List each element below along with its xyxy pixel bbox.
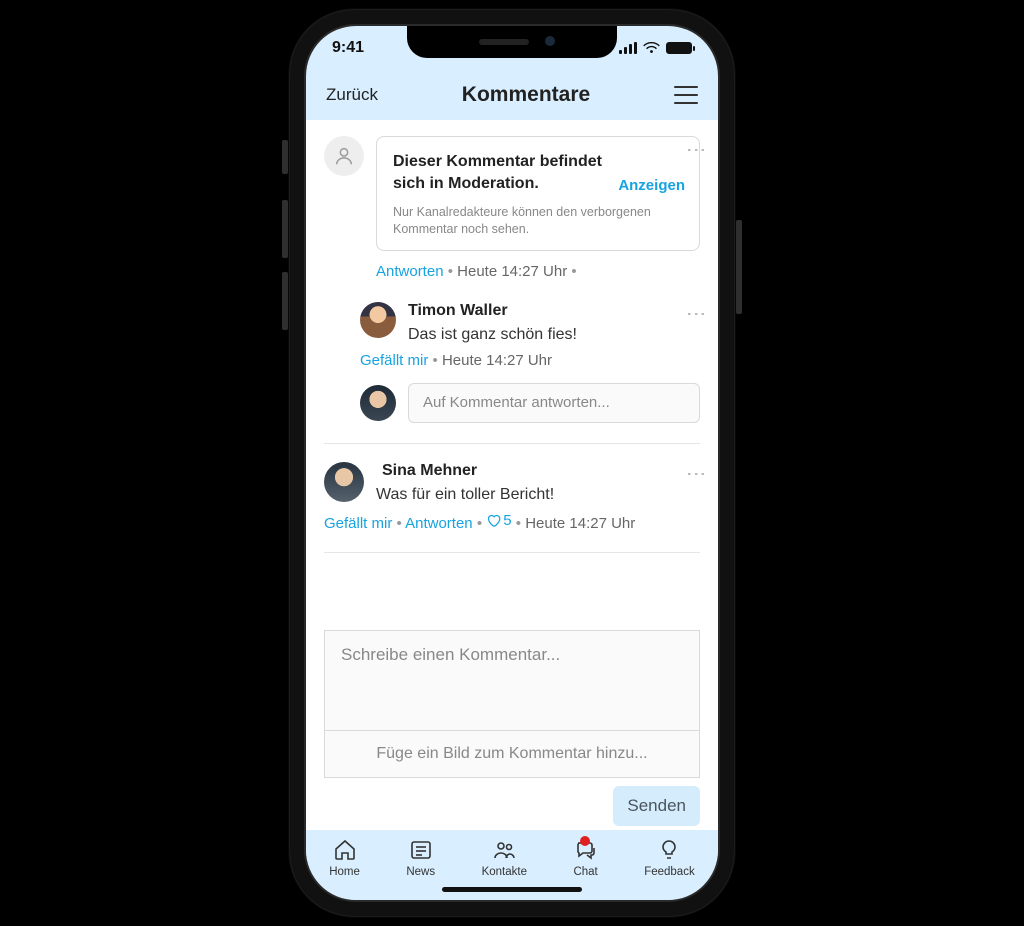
divider <box>324 443 700 444</box>
reply-placeholder: Auf Kommentar antworten... <box>423 394 610 411</box>
send-button[interactable]: Senden <box>613 786 700 826</box>
comment-body: Das ist ganz schön fies! <box>408 326 700 344</box>
battery-icon <box>666 42 692 54</box>
composer: Schreibe einen Kommentar... Füge ein Bil… <box>306 626 718 830</box>
feedback-icon <box>657 838 681 862</box>
phone-frame: 9:41 Zurück Kommentare <box>290 10 734 916</box>
cellular-icon <box>619 42 637 54</box>
device-notch <box>407 26 617 58</box>
tab-chat[interactable]: Chat <box>573 838 597 878</box>
news-icon <box>409 838 433 862</box>
tab-home[interactable]: Home <box>329 838 360 878</box>
tab-contacts[interactable]: Kontakte <box>482 838 527 878</box>
moderation-title-1: Dieser Kommentar befindet <box>393 153 602 170</box>
reply-input[interactable]: Auf Kommentar antworten... <box>408 383 700 423</box>
moderation-title-2: sich in Moderation. <box>393 175 539 192</box>
comment-time: Heute 14:27 Uhr <box>525 515 635 532</box>
avatar[interactable] <box>360 302 396 338</box>
compose-image-label: Füge ein Bild zum Kommentar hinzu... <box>376 745 647 763</box>
moderation-subtext: Nur Kanalredakteure können den verborgen… <box>393 204 683 238</box>
like-link[interactable]: Gefällt mir <box>324 515 392 532</box>
divider <box>324 552 700 553</box>
contacts-icon <box>492 838 516 862</box>
back-button[interactable]: Zurück <box>326 85 378 105</box>
status-time: 9:41 <box>332 39 364 57</box>
compose-placeholder: Schreibe einen Kommentar... <box>341 645 560 664</box>
comment-reply: ⋮ Timon Waller Das ist ganz schön fies! … <box>360 302 700 369</box>
avatar-self[interactable] <box>360 385 396 421</box>
page-title: Kommentare <box>462 83 590 107</box>
comment-moderated: Dieser Kommentar befindet sich in Modera… <box>324 136 700 251</box>
like-link[interactable]: Gefällt mir <box>360 352 428 369</box>
comment-time: Heute 14:27 Uhr <box>442 352 552 369</box>
compose-text-input[interactable]: Schreibe einen Kommentar... <box>324 630 700 730</box>
commenter-name: Timon Waller <box>408 302 700 320</box>
menu-icon[interactable] <box>674 86 698 104</box>
home-indicator <box>442 887 582 892</box>
comment-body: Was für ein toller Bericht! <box>376 486 700 504</box>
comment-thread: ⋮ Sina Mehner Was für ein toller Bericht… <box>324 462 700 532</box>
wifi-icon <box>643 42 660 54</box>
home-icon <box>333 838 357 862</box>
tab-bar: Home News Kontakte Chat Feedback <box>306 830 718 900</box>
notification-dot-icon <box>580 836 590 846</box>
reply-link[interactable]: Antworten <box>405 515 473 532</box>
commenter-name: Sina Mehner <box>382 462 700 480</box>
more-icon[interactable]: ⋮ <box>692 140 700 160</box>
reply-link[interactable]: Antworten <box>376 263 444 280</box>
tab-feedback[interactable]: Feedback <box>644 838 695 878</box>
likes-count[interactable]: 5 <box>486 512 511 529</box>
show-button[interactable]: Anzeigen <box>618 177 685 194</box>
comment-time: Heute 14:27 Uhr <box>457 263 567 280</box>
compose-add-image[interactable]: Füge ein Bild zum Kommentar hinzu... <box>324 730 700 778</box>
avatar-anonymous-icon <box>324 136 364 176</box>
app-header: Zurück Kommentare <box>306 70 718 120</box>
avatar[interactable] <box>324 462 364 502</box>
tab-news[interactable]: News <box>406 838 435 878</box>
